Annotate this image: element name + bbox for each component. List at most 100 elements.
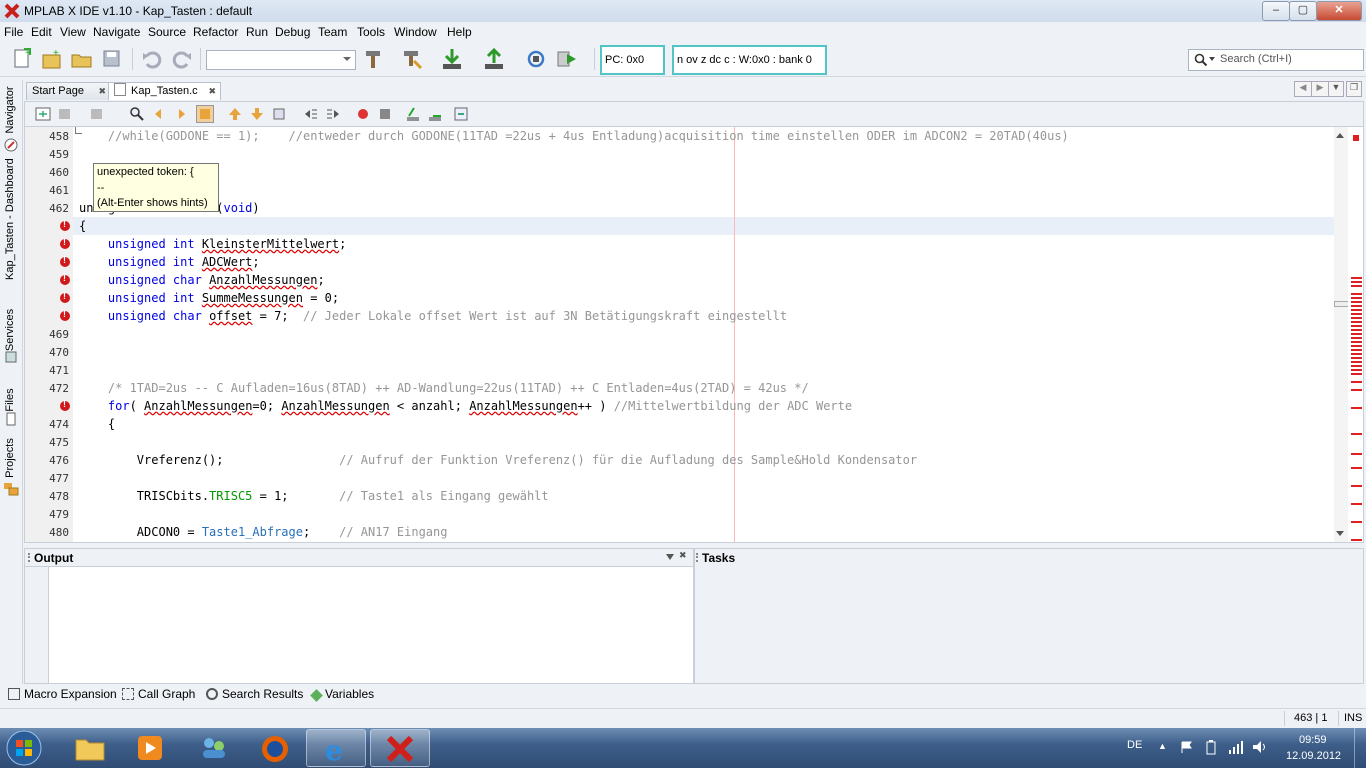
read-device-icon[interactable] xyxy=(482,47,506,71)
scroll-tabs-right-icon[interactable]: ▶ xyxy=(1311,81,1329,97)
find-next-icon[interactable] xyxy=(173,106,189,122)
menu-navigate[interactable]: Navigate xyxy=(93,25,140,39)
build-hammer-icon[interactable] xyxy=(362,47,386,71)
action-center-flag-icon[interactable] xyxy=(1180,740,1194,754)
error-stripe-mark[interactable] xyxy=(1351,293,1362,295)
open-project-icon[interactable] xyxy=(70,47,94,71)
drag-handle-icon[interactable] xyxy=(696,553,699,562)
source-history-icon[interactable] xyxy=(35,106,51,122)
scroll-tabs-left-icon[interactable]: ◀ xyxy=(1294,81,1312,97)
battery-icon[interactable] xyxy=(1206,740,1216,755)
error-stripe-mark[interactable] xyxy=(1351,301,1362,303)
toggle-highlight-icon[interactable] xyxy=(196,105,214,123)
tab-start-page[interactable]: Start Page ✖ xyxy=(26,82,111,100)
firefox-taskbar-button[interactable] xyxy=(246,729,306,767)
tab-kap-tasten[interactable]: Kap_Tasten.c ✖ xyxy=(108,82,221,100)
media-player-taskbar-button[interactable] xyxy=(120,729,180,767)
error-stripe-mark[interactable] xyxy=(1351,321,1362,323)
menu-view[interactable]: View xyxy=(60,25,86,39)
error-stripe-mark[interactable] xyxy=(1351,313,1362,315)
error-summary-icon[interactable] xyxy=(1353,135,1359,141)
error-stripe-mark[interactable] xyxy=(1351,521,1362,523)
network-taskbar-button[interactable] xyxy=(184,729,244,767)
error-stripe-mark[interactable] xyxy=(1351,345,1362,347)
menu-refactor[interactable]: Refactor xyxy=(193,25,238,39)
clock-date[interactable]: 12.09.2012 xyxy=(1286,750,1341,762)
undo-icon[interactable] xyxy=(140,47,164,71)
menu-run[interactable]: Run xyxy=(246,25,268,39)
error-stripe-mark[interactable] xyxy=(1351,433,1362,435)
close-icon[interactable]: ✖ xyxy=(98,83,106,100)
error-stripe-mark[interactable] xyxy=(1351,341,1362,343)
error-stripe-mark[interactable] xyxy=(1351,357,1362,359)
error-stripe-mark[interactable] xyxy=(1351,297,1362,299)
navigator-icon[interactable] xyxy=(4,138,18,152)
show-desktop-button[interactable] xyxy=(1354,728,1366,768)
menu-edit[interactable]: Edit xyxy=(31,25,52,39)
error-stripe-mark[interactable] xyxy=(1351,329,1362,331)
scroll-down-icon[interactable] xyxy=(1336,531,1344,536)
debug-run-icon[interactable] xyxy=(555,47,579,71)
new-project-icon[interactable]: + xyxy=(40,47,64,71)
error-stripe-mark[interactable] xyxy=(1351,407,1362,409)
error-stripe-mark[interactable] xyxy=(1351,305,1362,307)
code-editor[interactable]: 458 459 460 461 462 469 470 471 472 474 475 476 477 4… xyxy=(24,126,1364,543)
error-stripe[interactable] xyxy=(1348,127,1363,542)
error-stripe-mark[interactable] xyxy=(1351,389,1362,391)
restore-window-icon[interactable]: ❐ xyxy=(1346,81,1362,97)
error-stripe-mark[interactable] xyxy=(1351,277,1362,279)
maximize-button[interactable]: ▢ xyxy=(1289,1,1317,21)
error-badge-icon[interactable] xyxy=(60,219,70,231)
minimize-button[interactable]: – xyxy=(1262,1,1290,21)
format-icon[interactable] xyxy=(453,106,469,122)
clock-time[interactable]: 09:59 xyxy=(1299,734,1327,746)
error-stripe-mark[interactable] xyxy=(1351,285,1362,287)
error-stripe-mark[interactable] xyxy=(1351,333,1362,335)
tab-search-results[interactable]: Search Results xyxy=(206,687,303,701)
stop-macro-recording-icon[interactable] xyxy=(377,106,393,122)
vertical-scrollbar[interactable] xyxy=(1334,127,1349,542)
menu-tools[interactable]: Tools xyxy=(357,25,385,39)
error-stripe-mark[interactable] xyxy=(1351,309,1362,311)
error-badge-icon[interactable] xyxy=(60,255,70,267)
redo-icon[interactable] xyxy=(170,47,194,71)
error-stripe-mark[interactable] xyxy=(1351,453,1362,455)
menu-team[interactable]: Team xyxy=(318,25,347,39)
error-stripe-mark[interactable] xyxy=(1351,369,1362,371)
error-badge-icon[interactable] xyxy=(60,399,70,411)
output-title[interactable]: Output xyxy=(34,551,73,565)
make-program-icon[interactable] xyxy=(440,47,464,71)
menu-source[interactable]: Source xyxy=(148,25,186,39)
clean-build-icon[interactable] xyxy=(400,47,424,71)
next-bookmark-icon[interactable] xyxy=(249,106,265,122)
error-stripe-mark[interactable] xyxy=(1351,373,1362,375)
forward-icon[interactable] xyxy=(89,106,105,122)
network-signal-icon[interactable] xyxy=(1228,740,1244,754)
menu-help[interactable]: Help xyxy=(447,25,472,39)
close-button[interactable]: ✕ xyxy=(1316,1,1362,21)
tab-list-icon[interactable]: ▼ xyxy=(1328,81,1344,97)
error-stripe-mark[interactable] xyxy=(1351,353,1362,355)
save-all-icon[interactable] xyxy=(100,47,124,71)
find-previous-icon[interactable] xyxy=(151,106,167,122)
scroll-up-icon[interactable] xyxy=(1336,133,1344,138)
error-stripe-mark[interactable] xyxy=(1351,539,1362,541)
menu-file[interactable]: File xyxy=(4,25,23,39)
error-stripe-mark[interactable] xyxy=(1351,325,1362,327)
menu-debug[interactable]: Debug xyxy=(275,25,310,39)
show-hidden-icons-icon[interactable]: ▲ xyxy=(1158,741,1167,751)
search-input[interactable]: Search (Ctrl+I) xyxy=(1188,49,1364,71)
tab-macro-expansion[interactable]: Macro Expansion xyxy=(8,687,117,701)
volume-icon[interactable] xyxy=(1252,740,1268,754)
start-button-icon[interactable] xyxy=(4,729,44,767)
previous-bookmark-icon[interactable] xyxy=(227,106,243,122)
projects-icon[interactable] xyxy=(3,480,19,496)
shift-right-icon[interactable] xyxy=(325,106,341,122)
uncomment-icon[interactable] xyxy=(427,106,443,122)
language-indicator[interactable]: DE xyxy=(1127,739,1142,751)
error-stripe-mark[interactable] xyxy=(1351,485,1362,487)
reset-icon[interactable] xyxy=(524,47,548,71)
back-icon[interactable] xyxy=(57,106,73,122)
scrollbar-thumb[interactable] xyxy=(1334,301,1349,307)
comment-icon[interactable] xyxy=(405,106,421,122)
